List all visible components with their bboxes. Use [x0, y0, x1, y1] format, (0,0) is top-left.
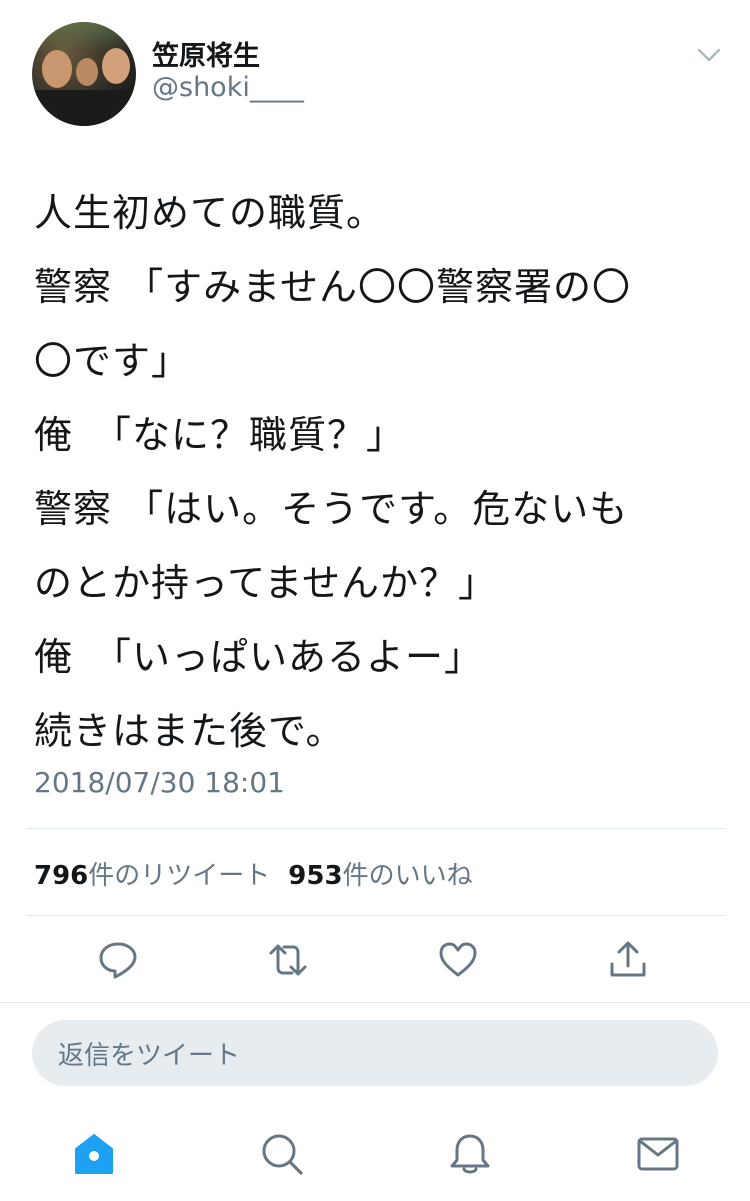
divider: [0, 1002, 750, 1003]
retweet-icon[interactable]: [268, 940, 308, 980]
avatar-face: [42, 50, 72, 88]
retweet-label[interactable]: 件のリツイート: [88, 855, 270, 892]
tweet-timestamp: 2018/07/30 18:01: [34, 766, 285, 799]
heart-icon[interactable]: [438, 940, 478, 980]
author-display-name[interactable]: 笠原将生: [152, 34, 260, 73]
tweet-line: 俺 「いっぱいあるよー」: [34, 635, 484, 679]
tweet-line: 警察 「すみません〇〇警察署の〇: [34, 265, 631, 309]
reply-input[interactable]: 返信をツイート: [32, 1020, 718, 1086]
avatar-figures: [32, 90, 136, 126]
divider: [26, 915, 724, 916]
reply-icon[interactable]: [98, 940, 138, 980]
avatar-background: [32, 22, 136, 52]
retweet-count[interactable]: 796: [34, 861, 88, 891]
divider: [26, 828, 724, 829]
avatar-face: [102, 48, 130, 84]
bell-icon[interactable]: [448, 1132, 492, 1176]
mail-icon[interactable]: [636, 1132, 680, 1176]
tweet-line: 俺 「なに？職質？」: [34, 413, 406, 457]
reply-placeholder: 返信をツイート: [58, 1040, 241, 1071]
avatar[interactable]: [32, 22, 136, 126]
tweet-line: 警察 「はい。そうです。危ないも: [34, 487, 629, 531]
like-count[interactable]: 953: [288, 861, 342, 891]
search-icon[interactable]: [260, 1132, 304, 1176]
tweet-detail-screen: 笠原将生 @shoki____ 人生初めての職質。 警察 「すみません〇〇警察署…: [0, 0, 750, 1201]
tweet-stats: 796 件のリツイート 953 件のいいね: [34, 855, 491, 892]
share-icon[interactable]: [608, 940, 648, 980]
tweet-line: 人生初めての職質。: [34, 191, 386, 235]
tweet-text: 人生初めての職質。 警察 「すみません〇〇警察署の〇 〇です」 俺 「なに？職質…: [34, 176, 724, 768]
author-handle[interactable]: @shoki____: [152, 72, 304, 103]
like-label[interactable]: 件のいいね: [343, 855, 473, 892]
avatar-face: [76, 58, 98, 86]
tweet-line: 〇です」: [34, 339, 191, 383]
tweet-line: のとか持ってませんか？」: [34, 561, 498, 605]
chevron-down-icon[interactable]: [696, 42, 722, 68]
tweet-line: 続きはまた後で。: [34, 709, 345, 753]
home-icon[interactable]: [72, 1132, 116, 1176]
